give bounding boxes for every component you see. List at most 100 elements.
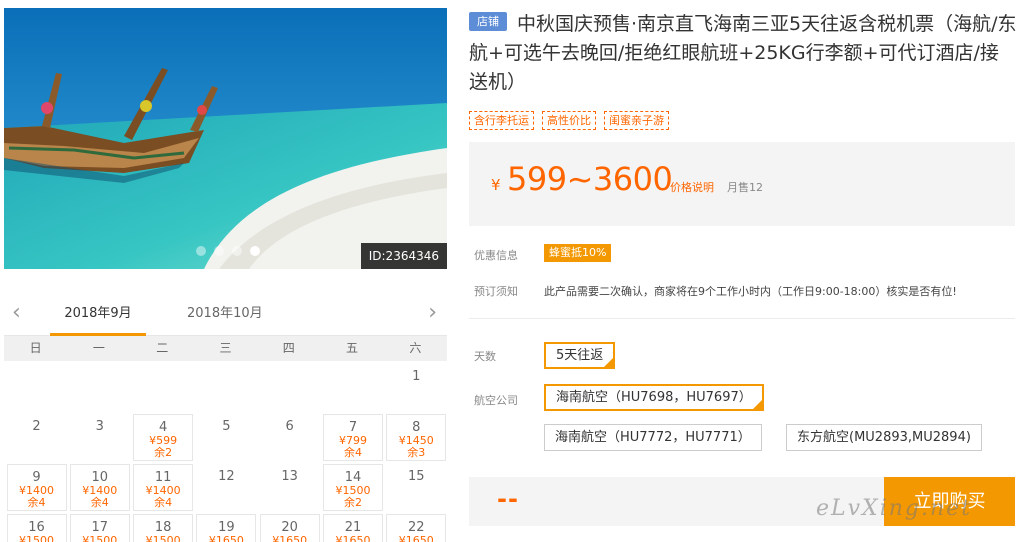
calendar-day-8[interactable]: 8 ¥1450 余3 — [386, 414, 447, 461]
calendar-day-remaining: 余4 — [90, 496, 109, 509]
calendar-day-19[interactable]: 19 ¥1650 — [196, 514, 257, 542]
calendar-day-price: ¥1650 — [335, 534, 371, 542]
calendar-day-12: 12 — [196, 464, 256, 511]
calendar-day-number: 11 — [154, 470, 172, 485]
airline-option-hu7698[interactable]: 海南航空（HU7698，HU7697） — [544, 384, 764, 411]
calendar-day-number: 3 — [95, 419, 104, 434]
calendar-day-number: 9 — [32, 470, 41, 485]
calendar-day-price: ¥1650 — [272, 534, 308, 542]
calendar-day-number: 6 — [285, 419, 294, 434]
calendar-day-20[interactable]: 20 ¥1650 — [259, 514, 320, 542]
weekday-wed: 三 — [219, 341, 232, 355]
product-title: 中秋国庆预售·南京直飞海南三亚5天往返含税机票（海航/东航+可选午去晚回/拒绝红… — [469, 13, 1017, 93]
calendar-day-number: 4 — [158, 420, 168, 435]
calendar-day-price: ¥1500 — [145, 534, 181, 542]
tag-family: 闺蜜亲子游 — [604, 111, 669, 130]
monthly-sales: 月售12 — [727, 181, 763, 194]
carousel-indicator — [196, 246, 260, 256]
promo-badge: 蜂蜜抵10% — [544, 244, 612, 262]
product-hero-image[interactable]: ID:2364346 — [4, 8, 447, 269]
calendar-day-price: ¥1650 — [208, 534, 244, 542]
calendar-day-number: 16 — [28, 520, 45, 535]
tab-month-october[interactable]: 2018年10月 — [187, 305, 263, 333]
calendar-day-16[interactable]: 16 ¥1500 — [6, 514, 67, 542]
calendar-day-4[interactable]: 4 ¥599 余2 — [133, 414, 194, 461]
calendar-day-number: 19 — [218, 520, 235, 535]
calendar-day-13: 13 — [260, 464, 320, 511]
calendar-day-number: 2 — [32, 419, 41, 434]
weekday-thu: 四 — [282, 341, 295, 355]
calendar-day-9[interactable]: 9 ¥1400 余4 — [6, 464, 67, 511]
calendar-day-17[interactable]: 17 ¥1500 — [69, 514, 130, 542]
total-price: -- — [497, 485, 519, 513]
weekday-fri: 五 — [346, 341, 359, 355]
notice-label: 预订须知 — [474, 285, 518, 298]
calendar-day-number: 8 — [412, 420, 421, 435]
calendar-day-14[interactable]: 14 ¥1500 余2 — [323, 464, 383, 511]
calendar-day-remaining: 余4 — [154, 496, 173, 509]
airline-option-mu2893[interactable]: 东方航空(MU2893,MU2894) — [786, 424, 982, 451]
weekday-tue: 二 — [156, 341, 169, 355]
calendar-day-7[interactable]: 7 ¥799 余4 — [323, 414, 383, 461]
carousel-dot[interactable] — [232, 246, 242, 256]
tag-value: 高性价比 — [542, 111, 596, 130]
weekday-header: 日 一 二 三 四 五 六 — [4, 336, 447, 361]
price-currency: ¥ — [491, 176, 501, 194]
weekday-sat: 六 — [409, 341, 422, 355]
days-option-5day[interactable]: 5天往返 — [544, 342, 616, 369]
calendar-day-remaining: 余2 — [154, 446, 173, 459]
price-box: ¥ 599~3600 价格说明 月售12 — [469, 142, 1015, 226]
calendar-day-remaining: 余3 — [407, 446, 426, 459]
calendar-day-remaining: 余2 — [344, 496, 362, 509]
tag-luggage: 含行李托运 — [469, 111, 534, 130]
departure-calendar: ‹ 2018年9月 2018年10月 › 日 一 二 三 四 五 六 1 2 3 4 ¥… — [4, 296, 447, 542]
calendar-day-number: 17 — [91, 520, 109, 535]
calendar-day-number: 7 — [348, 420, 358, 435]
calendar-day-number: 13 — [281, 469, 298, 484]
price-range: 599~3600 — [507, 160, 673, 198]
promo-label: 优惠信息 — [474, 249, 518, 262]
calendar-day-number: 5 — [222, 419, 231, 434]
price-note-link[interactable]: 价格说明 — [670, 179, 714, 195]
calendar-day-price: ¥1650 — [398, 534, 434, 542]
prev-month-arrow-icon[interactable]: ‹ — [12, 302, 21, 324]
calendar-day-remaining: 余4 — [344, 446, 362, 459]
calendar-month-nav: ‹ 2018年9月 2018年10月 › — [4, 296, 447, 336]
calendar-day-2: 2 — [7, 414, 67, 461]
weekday-mon: 一 — [92, 341, 105, 355]
calendar-day-5: 5 — [196, 414, 256, 461]
carousel-dot[interactable] — [196, 246, 206, 256]
calendar-day-number: 20 — [281, 520, 298, 535]
airline-label: 航空公司 — [474, 394, 518, 407]
calendar-day-number: 22 — [408, 520, 425, 535]
tab-month-september[interactable]: 2018年9月 — [50, 305, 146, 336]
calendar-day-15: 15 — [386, 464, 446, 511]
site-watermark: eLvXing.net — [816, 496, 973, 521]
calendar-day-number: 1 — [412, 369, 421, 384]
calendar-day-22[interactable]: 22 ¥1650 — [386, 514, 447, 542]
calendar-day-11[interactable]: 11 ¥1400 余4 — [133, 464, 194, 511]
calendar-day-price: ¥1500 — [82, 534, 118, 542]
calendar-day-number: 18 — [154, 520, 172, 535]
calendar-day-6: 6 — [260, 414, 320, 461]
calendar-day-21[interactable]: 21 ¥1650 — [323, 514, 383, 542]
calendar-day-18[interactable]: 18 ¥1500 — [133, 514, 194, 542]
beach-boats-photo — [4, 8, 447, 269]
calendar-day-number: 12 — [218, 469, 235, 484]
airline-option-hu7772[interactable]: 海南航空（HU7772，HU7771） — [544, 424, 762, 451]
calendar-day-1: 1 — [386, 364, 446, 411]
next-month-arrow-icon[interactable]: › — [428, 302, 437, 324]
booking-notice: 此产品需要二次确认，商家将在9个工作小时内（工作日9:00-18:00）核实是否… — [544, 285, 957, 298]
image-id-label: ID:2364346 — [360, 243, 447, 269]
calendar-day-price: ¥1500 — [19, 534, 54, 542]
calendar-day-number: 15 — [408, 469, 425, 484]
calendar-day-10[interactable]: 10 ¥1400 余4 — [69, 464, 130, 511]
product-tags: 含行李托运 高性价比 闺蜜亲子游 — [469, 111, 669, 130]
calendar-day-number: 14 — [344, 470, 362, 485]
calendar-day-number: 21 — [344, 520, 362, 535]
calendar-day-number: 10 — [91, 470, 109, 485]
calendar-day-3: 3 — [70, 414, 130, 461]
calendar-day-remaining: 余4 — [27, 496, 46, 509]
carousel-dot-active[interactable] — [250, 246, 260, 256]
carousel-dot[interactable] — [214, 246, 224, 256]
